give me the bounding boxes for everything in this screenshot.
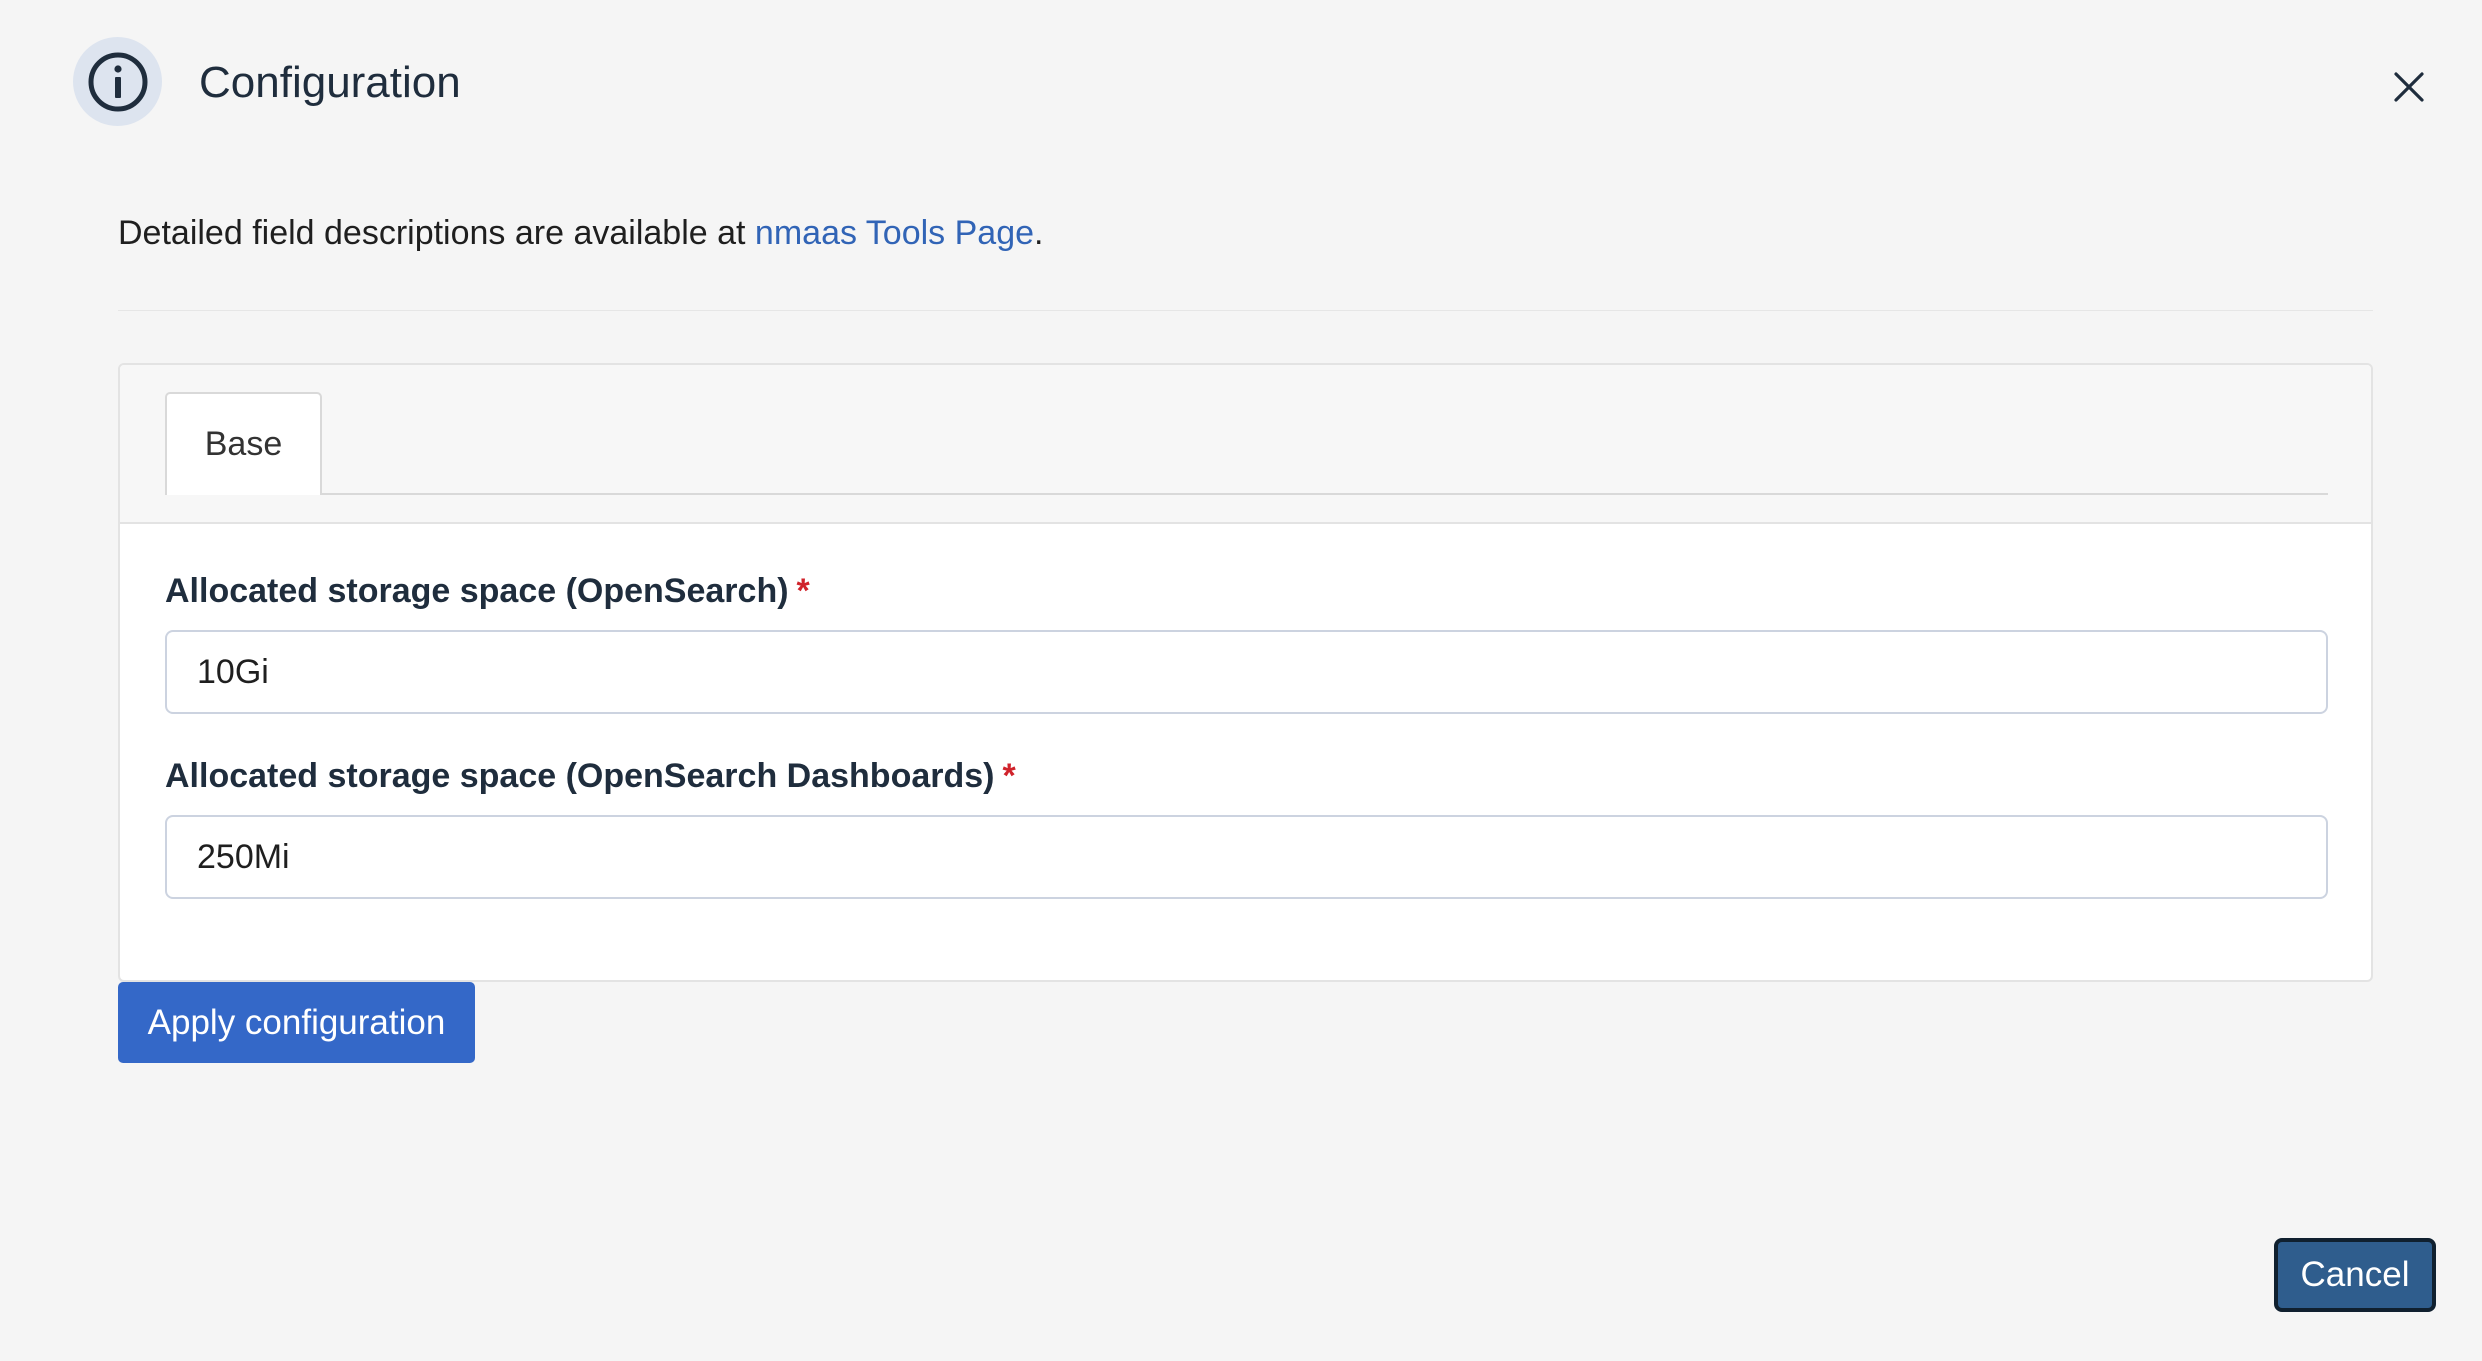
- configuration-dialog: Configuration Detailed field description…: [0, 0, 2482, 1361]
- dialog-header: Configuration: [0, 0, 2482, 170]
- config-form-panel: Base Allocated storage space (OpenSearch…: [118, 363, 2373, 982]
- tabs-header: Base: [120, 365, 2371, 524]
- dashboards-storage-input[interactable]: [165, 815, 2328, 899]
- tabs-baseline: [165, 493, 2328, 495]
- close-button[interactable]: [2388, 66, 2430, 108]
- cancel-button[interactable]: Cancel: [2274, 1238, 2436, 1312]
- info-circle-icon: [88, 52, 147, 111]
- apply-configuration-button[interactable]: Apply configuration: [118, 982, 475, 1063]
- divider: [118, 310, 2373, 311]
- description-prefix: Detailed field descriptions are availabl…: [118, 214, 755, 252]
- info-icon: [73, 37, 162, 126]
- tab-base[interactable]: Base: [165, 392, 322, 495]
- required-marker: *: [1002, 757, 1016, 795]
- description-text: Detailed field descriptions are availabl…: [118, 214, 1043, 253]
- field-label-dashboards-storage: Allocated storage space (OpenSearch Dash…: [165, 757, 1016, 796]
- nmaas-tools-link[interactable]: nmaas Tools Page: [755, 214, 1034, 252]
- field-label-text: Allocated storage space (OpenSearch): [165, 572, 789, 610]
- field-label-opensearch-storage: Allocated storage space (OpenSearch) *: [165, 572, 810, 611]
- opensearch-storage-input[interactable]: [165, 630, 2328, 714]
- field-label-text: Allocated storage space (OpenSearch Dash…: [165, 757, 995, 795]
- dialog-title: Configuration: [199, 58, 461, 107]
- description-suffix: .: [1034, 214, 1044, 252]
- required-marker: *: [796, 572, 810, 610]
- close-icon[interactable]: [2392, 70, 2426, 104]
